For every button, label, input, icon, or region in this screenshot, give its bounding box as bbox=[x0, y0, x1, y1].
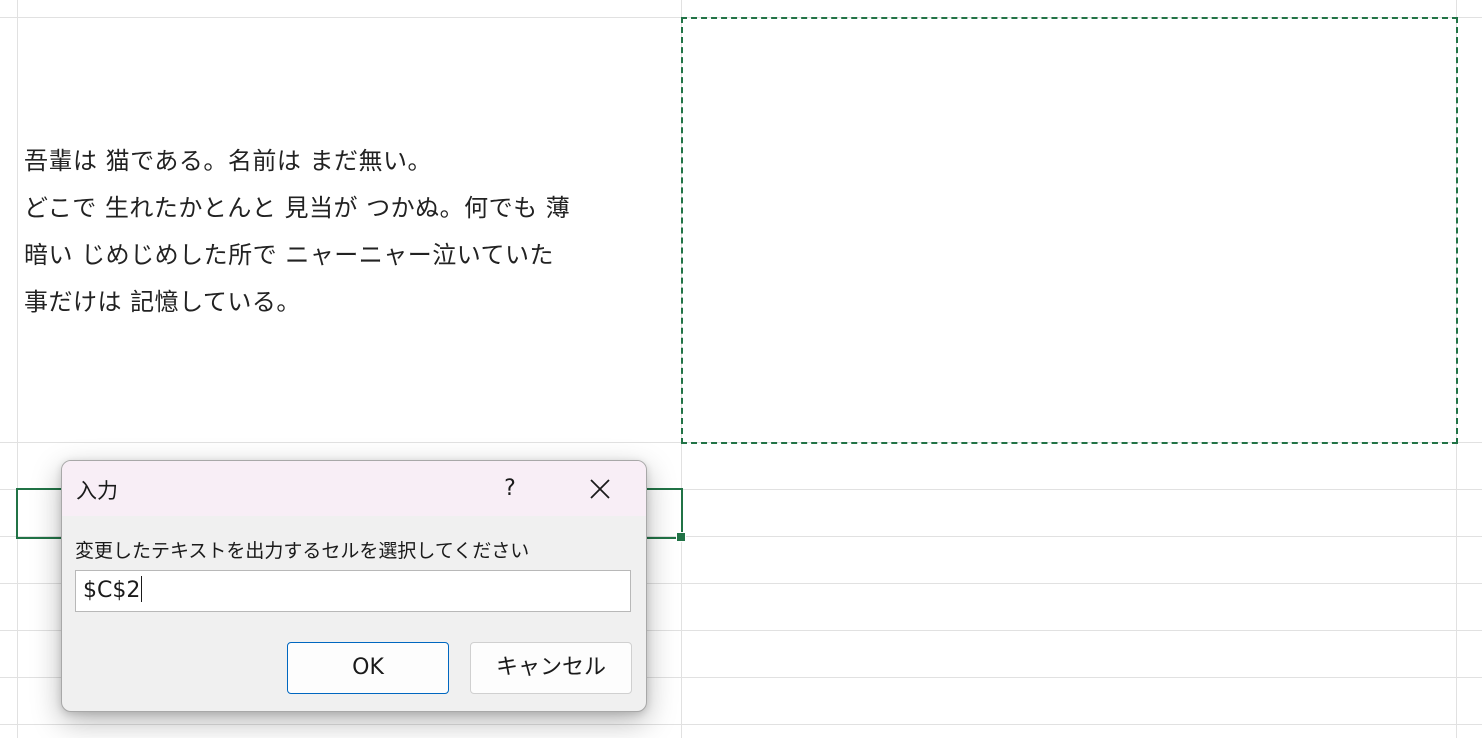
cell-text-line: 吾輩は 猫である。名前は まだ無い。 bbox=[24, 147, 433, 175]
close-button[interactable] bbox=[580, 469, 620, 509]
dialog-title: 入力 bbox=[76, 479, 118, 503]
input-dialog: 入力 ? 変更したテキストを出力するセルを選択してください $C$2 OK キャ… bbox=[61, 460, 647, 712]
cancel-button[interactable]: キャンセル bbox=[470, 642, 632, 694]
dialog-prompt: 変更したテキストを出力するセルを選択してください bbox=[75, 540, 530, 562]
dialog-titlebar[interactable]: 入力 ? bbox=[62, 461, 646, 516]
row-gridline bbox=[0, 724, 1482, 725]
cell-text-line: どこで 生れたかとんと 見当が つかぬ。何でも 薄 bbox=[24, 194, 571, 222]
cell-text-line: 事だけは 記憶している。 bbox=[24, 288, 301, 316]
column-gridline bbox=[17, 0, 18, 738]
help-button[interactable]: ? bbox=[492, 469, 528, 509]
cell-reference-input[interactable]: $C$2 bbox=[75, 570, 631, 612]
copied-range-selection[interactable] bbox=[681, 17, 1458, 444]
ok-button[interactable]: OK bbox=[287, 642, 449, 694]
fill-handle[interactable] bbox=[676, 532, 686, 542]
cell-b2-text[interactable]: 吾輩は 猫である。名前は まだ無い。 どこで 生れたかとんと 見当が つかぬ。何… bbox=[24, 138, 674, 326]
input-value: $C$2 bbox=[83, 578, 141, 603]
text-caret bbox=[141, 576, 143, 602]
close-icon bbox=[590, 479, 610, 499]
cell-text-line: 暗い じめじめした所で ニャーニャー泣いていた bbox=[24, 241, 555, 269]
